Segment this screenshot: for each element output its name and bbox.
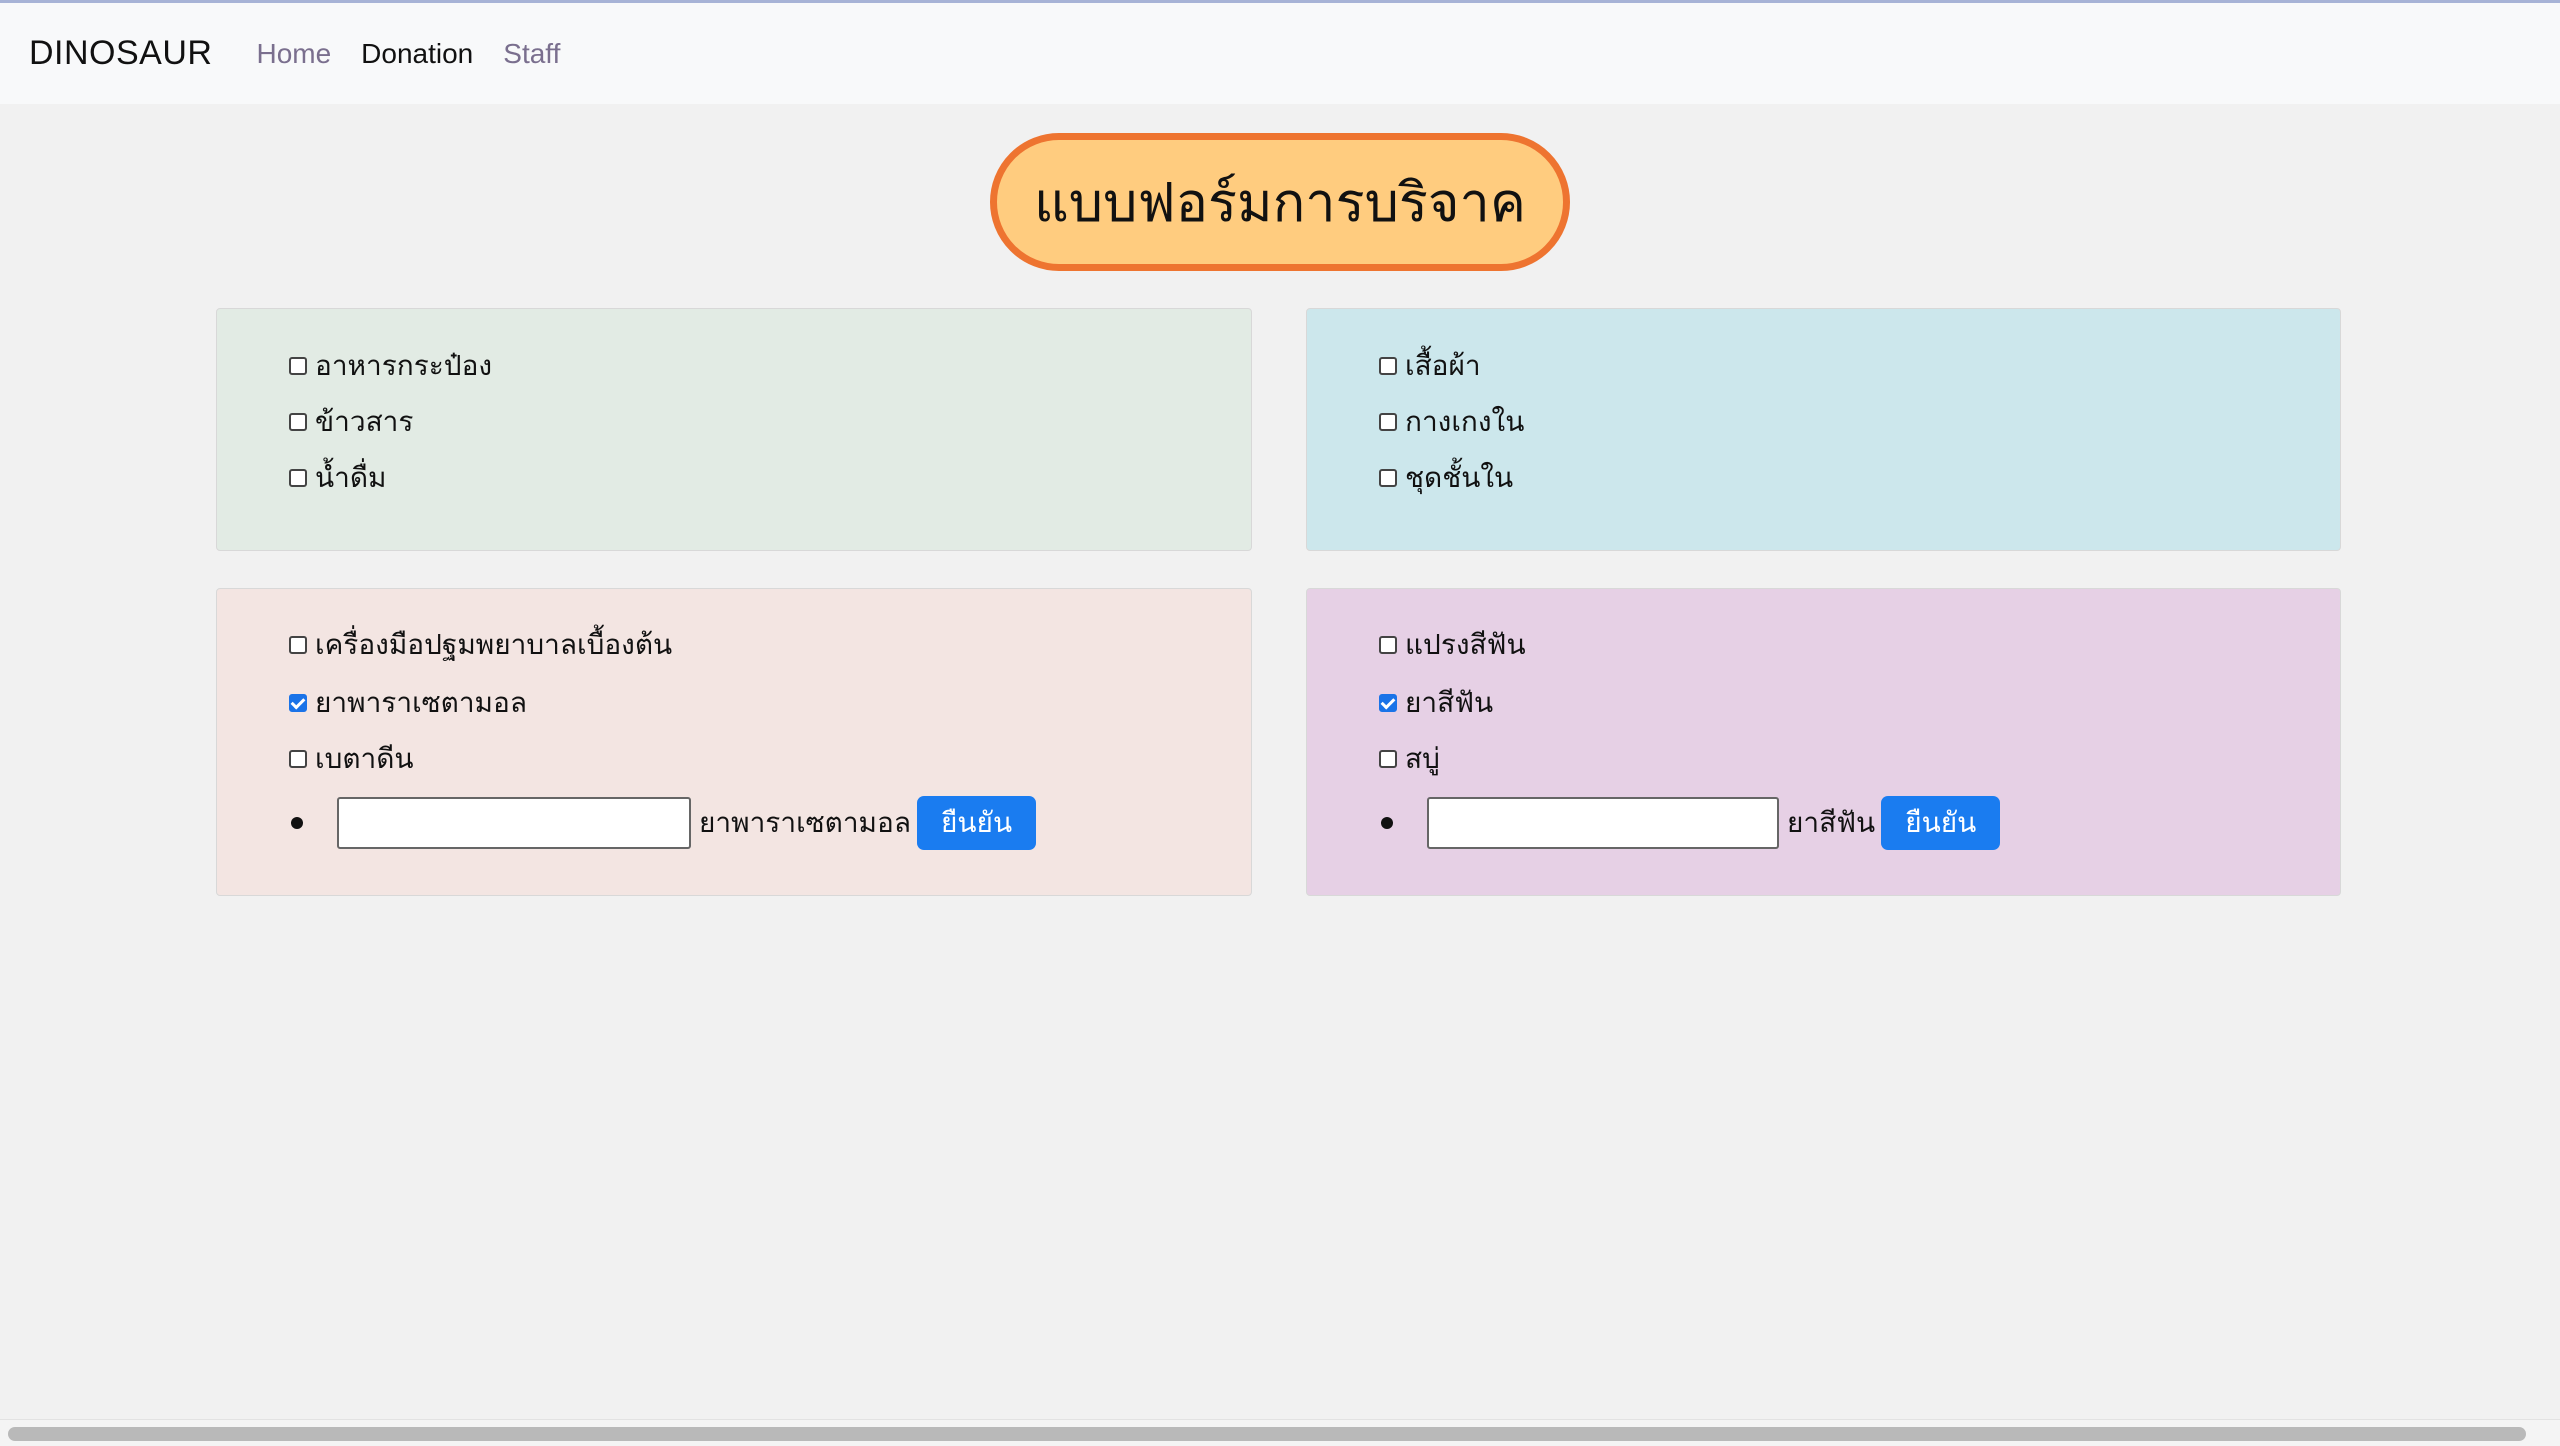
- checkbox-label: ยาสีฟัน: [1405, 686, 1494, 719]
- quantity-row: ยาพาราเซตามอล ยืนยัน: [289, 796, 1037, 850]
- quantity-label: ยาพาราเซตามอล: [699, 806, 911, 839]
- confirm-button[interactable]: ยืนยัน: [916, 796, 1037, 850]
- checkbox[interactable]: [1379, 413, 1397, 431]
- quantity-input[interactable]: [1427, 797, 1779, 849]
- checkbox-label: เสื้อผ้า: [1405, 349, 1481, 382]
- checkbox-item[interactable]: ข้าวสาร: [289, 402, 413, 442]
- checkbox-label: น้ำดื่ม: [315, 461, 387, 494]
- panel-food: อาหารกระป๋อง ข้าวสาร น้ำดื่ม: [216, 308, 1252, 551]
- checkbox-label: เบตาดีน: [315, 742, 414, 775]
- checkbox-item[interactable]: เครื่องมือปฐมพยาบาลเบื้องต้น: [289, 625, 672, 665]
- checkbox-item[interactable]: เสื้อผ้า: [1379, 346, 1481, 386]
- scrollbar-thumb[interactable]: [8, 1427, 2526, 1441]
- checkbox[interactable]: [1379, 357, 1397, 375]
- horizontal-scrollbar[interactable]: [0, 1419, 2560, 1446]
- nav-link-donation[interactable]: Donation: [361, 38, 473, 70]
- checkbox-label: ยาพาราเซตามอล: [315, 686, 527, 719]
- checkbox-item[interactable]: เบตาดีน: [289, 739, 414, 779]
- nav-link-home[interactable]: Home: [256, 38, 331, 70]
- checkbox[interactable]: [1379, 469, 1397, 487]
- panel-medical: เครื่องมือปฐมพยาบาลเบื้องต้น ยาพาราเซตาม…: [216, 588, 1252, 896]
- quantity-row: ยาสีฟัน ยืนยัน: [1379, 796, 2001, 850]
- panel-hygiene: แปรงสีฟัน ยาสีฟัน สบู่ ยาสีฟัน ยืนยัน: [1306, 588, 2341, 896]
- checkbox-label: ชุดชั้นใน: [1405, 461, 1514, 494]
- checkbox-label: ข้าวสาร: [315, 405, 414, 438]
- checkbox[interactable]: [289, 357, 307, 375]
- checkbox[interactable]: [289, 413, 307, 431]
- checkbox[interactable]: [1379, 636, 1397, 654]
- checkbox-label: สบู่: [1405, 742, 1440, 775]
- checkbox-label: แปรงสีฟัน: [1405, 628, 1526, 661]
- checkbox-item[interactable]: สบู่: [1379, 739, 1440, 779]
- checkbox-item[interactable]: แปรงสีฟัน: [1379, 625, 1526, 665]
- navbar: DINOSAUR Home Donation Staff: [0, 3, 2560, 104]
- checkbox[interactable]: [289, 469, 307, 487]
- checkbox[interactable]: [1379, 694, 1397, 712]
- checkbox-label: เครื่องมือปฐมพยาบาลเบื้องต้น: [315, 628, 673, 661]
- nav-link-staff[interactable]: Staff: [503, 38, 560, 70]
- brand-link[interactable]: DINOSAUR: [29, 34, 212, 73]
- page-title: แบบฟอร์มการบริจาค: [990, 133, 1570, 271]
- checkbox[interactable]: [289, 694, 307, 712]
- checkbox[interactable]: [289, 750, 307, 768]
- quantity-input[interactable]: [337, 797, 691, 849]
- confirm-button[interactable]: ยืนยัน: [1881, 796, 2001, 850]
- checkbox-item[interactable]: กางเกงใน: [1379, 402, 1524, 442]
- checkbox[interactable]: [1379, 750, 1397, 768]
- quantity-label: ยาสีฟัน: [1787, 806, 1876, 839]
- bullet-icon: [291, 817, 303, 829]
- checkbox-item[interactable]: ชุดชั้นใน: [1379, 458, 1513, 498]
- checkbox-item[interactable]: อาหารกระป๋อง: [289, 346, 492, 386]
- checkbox-label: อาหารกระป๋อง: [315, 349, 493, 382]
- checkbox-item[interactable]: น้ำดื่ม: [289, 458, 387, 498]
- bullet-icon: [1381, 817, 1393, 829]
- checkbox[interactable]: [289, 636, 307, 654]
- panel-clothing: เสื้อผ้า กางเกงใน ชุดชั้นใน: [1306, 308, 2341, 551]
- checkbox-label: กางเกงใน: [1405, 405, 1525, 438]
- checkbox-item[interactable]: ยาสีฟัน: [1379, 683, 1493, 723]
- checkbox-item[interactable]: ยาพาราเซตามอล: [289, 683, 527, 723]
